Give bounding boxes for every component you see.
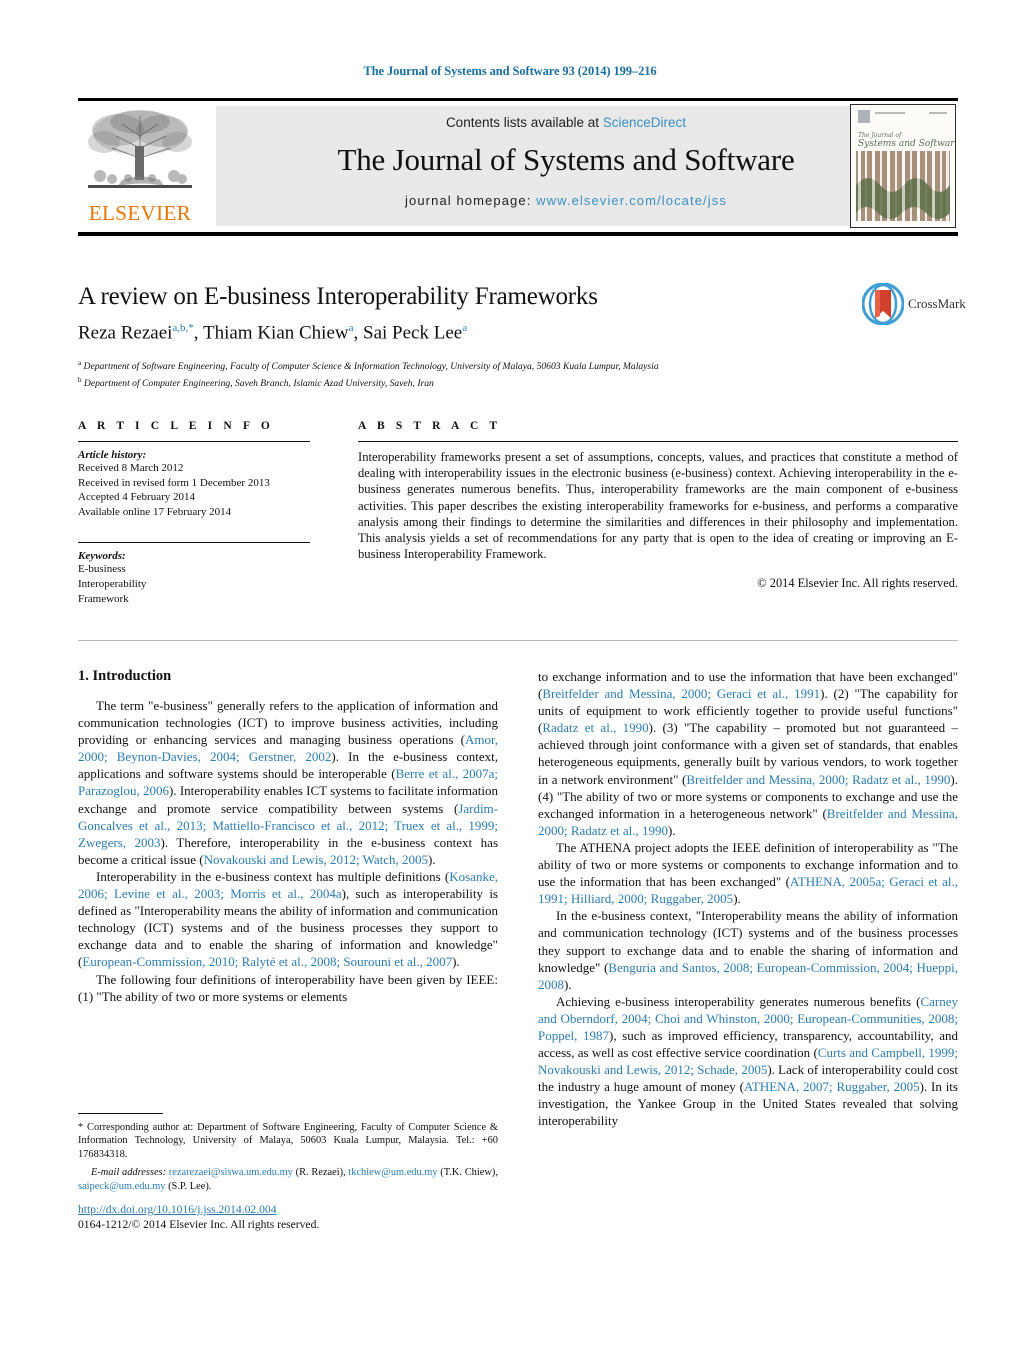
keyword-item: E-business bbox=[78, 563, 126, 576]
article-info-column: A R T I C L E I N F O Article history: R… bbox=[78, 420, 336, 606]
footnote-block: * Corresponding author at: Department of… bbox=[78, 1113, 498, 1193]
inline-citation[interactable]: ATHENA, 2005a; Geraci et al., 1991; Hill… bbox=[538, 874, 958, 906]
journal-homepage-link[interactable]: www.elsevier.com/locate/jss bbox=[536, 193, 727, 208]
inline-citation[interactable]: Amor, 2000; Beynon-Davies, 2004; Gerstne… bbox=[78, 732, 498, 764]
journal-homepage-line: journal homepage: www.elsevier.com/locat… bbox=[216, 193, 916, 208]
svg-text:The Journal of: The Journal of bbox=[858, 132, 903, 139]
author-name: Sai Peck Lee bbox=[363, 322, 463, 344]
article-info-divider bbox=[78, 441, 310, 442]
abstract-text: Interoperability frameworks present a se… bbox=[358, 450, 958, 562]
doi-block: http://dx.doi.org/10.1016/j.jss.2014.02.… bbox=[78, 1203, 508, 1231]
affiliation-text: Department of Software Engineering, Facu… bbox=[83, 361, 659, 373]
article-info-heading: A R T I C L E I N F O bbox=[78, 420, 274, 432]
crossmark-badge[interactable]: CrossMark bbox=[861, 282, 966, 327]
affiliation-text: Department of Computer Engineering, Save… bbox=[83, 377, 434, 389]
elsevier-logo: ELSEVIER bbox=[78, 106, 202, 226]
email-owner: (T.K. Chiew), bbox=[440, 1167, 498, 1179]
journal-title: The Journal of Systems and Software bbox=[337, 142, 795, 177]
inline-citation[interactable]: Berre et al., 2007a; Parazoglou, 2006 bbox=[78, 766, 498, 798]
paper-page: The Journal of Systems and Software 93 (… bbox=[0, 0, 1020, 1351]
inline-citation[interactable]: Radatz et al., 1990 bbox=[542, 720, 648, 735]
inline-citation[interactable]: Kosanke, 2006; Levine et al., 2003; Morr… bbox=[78, 869, 498, 901]
paragraph: The following four definitions of intero… bbox=[78, 971, 498, 1004]
section-heading-introduction: 1. Introduction bbox=[78, 668, 172, 684]
email-link[interactable]: rezarezaei@siswa.um.edu.my bbox=[169, 1167, 293, 1178]
author-separator: , bbox=[353, 322, 363, 344]
inline-citation[interactable]: Benguria and Santos, 2008; European-Comm… bbox=[538, 960, 958, 992]
affiliation-item: a Department of Software Engineering, Fa… bbox=[78, 357, 908, 374]
article-history-item: Received 8 March 2012 bbox=[78, 462, 184, 474]
copyright-line: © 2014 Elsevier Inc. All rights reserved… bbox=[757, 576, 958, 591]
keywords-label: Keywords: bbox=[78, 550, 126, 563]
masthead-bottom-rule bbox=[78, 232, 958, 236]
running-head: The Journal of Systems and Software 93 (… bbox=[363, 64, 657, 78]
affiliation-item: b Department of Computer Engineering, Sa… bbox=[78, 374, 908, 391]
email-addresses-note: E-mail addresses: rezarezaei@siswa.um.ed… bbox=[78, 1166, 498, 1193]
email-owner: (R. Rezaei), bbox=[295, 1167, 346, 1179]
footnote-rule bbox=[78, 1113, 163, 1114]
contents-box: Contents lists available at ScienceDirec… bbox=[216, 106, 916, 226]
article-history-label: Article history: bbox=[78, 449, 147, 461]
crossmark-icon bbox=[861, 282, 905, 326]
paragraph: Achieving e-business interoperability ge… bbox=[538, 993, 958, 1129]
body-top-rule bbox=[78, 640, 958, 641]
email-link[interactable]: saipeck@um.edu.my bbox=[78, 1181, 165, 1192]
paragraph: Interoperability in the e-business conte… bbox=[78, 868, 498, 970]
article-history-item: Received in revised form 1 December 2013 bbox=[78, 476, 270, 489]
article-history-item: Available online 17 February 2014 bbox=[78, 505, 232, 518]
author-name: Thiam Kian Chiew bbox=[202, 322, 349, 344]
email-owner: (S.P. Lee). bbox=[168, 1180, 212, 1192]
inline-citation[interactable]: Breitfelder and Messina, 2000; Radatz et… bbox=[538, 806, 958, 838]
article-history-item: Accepted 4 February 2014 bbox=[78, 491, 195, 504]
affiliation-list: a Department of Software Engineering, Fa… bbox=[78, 357, 908, 391]
page-title: A review on E-business Interoperability … bbox=[78, 283, 598, 310]
paragraph: In the e-business context, "Interoperabi… bbox=[538, 908, 958, 992]
paragraph: to exchange information and to use the i… bbox=[538, 669, 958, 838]
author-affiliation-marker: a,b,* bbox=[172, 322, 194, 334]
email-label: E-mail addresses: bbox=[91, 1167, 167, 1179]
keyword-item: Framework bbox=[78, 592, 129, 605]
keywords-divider bbox=[78, 542, 310, 544]
paragraph: The term "e-business" generally refers t… bbox=[78, 698, 499, 867]
inline-citation[interactable]: European-Commission, 2010; Ralyté et al.… bbox=[82, 954, 452, 969]
inline-citation[interactable]: Jardim-Goncalves et al., 2013; Mattiello… bbox=[78, 801, 498, 850]
author-affiliation-marker: a bbox=[462, 322, 468, 334]
doi-link[interactable]: http://dx.doi.org/10.1016/j.jss.2014.02.… bbox=[78, 1203, 508, 1216]
elsevier-wordmark: ELSEVIER bbox=[88, 201, 192, 225]
inline-citation[interactable]: Novakouski and Lewis, 2012; Watch, 2005 bbox=[204, 852, 428, 867]
author-name: Reza Rezaei bbox=[78, 322, 173, 344]
inline-citation[interactable]: Carney and Oberndorf, 2004; Choi and Whi… bbox=[538, 994, 958, 1043]
inline-citation[interactable]: Curts and Campbell, 1999; Novakouski and… bbox=[538, 1045, 958, 1077]
sciencedirect-link[interactable]: ScienceDirect bbox=[603, 115, 686, 130]
keyword-item: Interoperability bbox=[78, 577, 147, 590]
email-link[interactable]: tkchiew@um.edu.my bbox=[348, 1167, 437, 1178]
contents-prefix: Contents lists available at bbox=[445, 115, 603, 130]
abstract-column: A B S T R A C T Interoperability framewo… bbox=[358, 420, 958, 591]
svg-text:Systems and Software: Systems and Software bbox=[858, 139, 955, 149]
body-column-left: 1. Introduction The term "e-business" ge… bbox=[78, 668, 498, 1005]
homepage-label: journal homepage: bbox=[405, 193, 532, 208]
body-column-right: to exchange information and to use the i… bbox=[538, 668, 958, 1130]
journal-cover-art: The Journal of Systems and Software bbox=[851, 105, 955, 227]
inline-citation[interactable]: Breitfelder and Messina, 2000; Radatz et… bbox=[686, 772, 950, 787]
issn-copyright-line: 0164-1212/© 2014 Elsevier Inc. All right… bbox=[78, 1218, 320, 1231]
author-separator: , bbox=[193, 322, 203, 344]
elsevier-tree-icon bbox=[88, 110, 192, 188]
contents-available-line: Contents lists available at ScienceDirec… bbox=[216, 115, 916, 130]
masthead-top-rule bbox=[78, 98, 958, 101]
affiliation-marker: b bbox=[78, 375, 82, 384]
inline-citation[interactable]: ATHENA, 2007; Ruggaber, 2005 bbox=[744, 1079, 920, 1094]
journal-cover-thumbnail: The Journal of Systems and Software bbox=[850, 104, 956, 228]
affiliation-marker: a bbox=[78, 359, 82, 367]
inline-citation[interactable]: Breitfelder and Messina, 2000; Geraci et… bbox=[542, 686, 820, 701]
paragraph: The ATHENA project adopts the IEEE defin… bbox=[538, 839, 958, 907]
corresponding-author-note: * Corresponding author at: Department of… bbox=[78, 1122, 498, 1160]
crossmark-label: CrossMark bbox=[908, 296, 966, 311]
journal-masthead: ELSEVIER Contents lists available at Sci… bbox=[78, 98, 958, 236]
abstract-heading: A B S T R A C T bbox=[358, 420, 502, 432]
abstract-divider bbox=[358, 441, 958, 442]
author-list: Reza Rezaeia,b,*, Thiam Kian Chiew a, Sai… bbox=[78, 322, 838, 344]
